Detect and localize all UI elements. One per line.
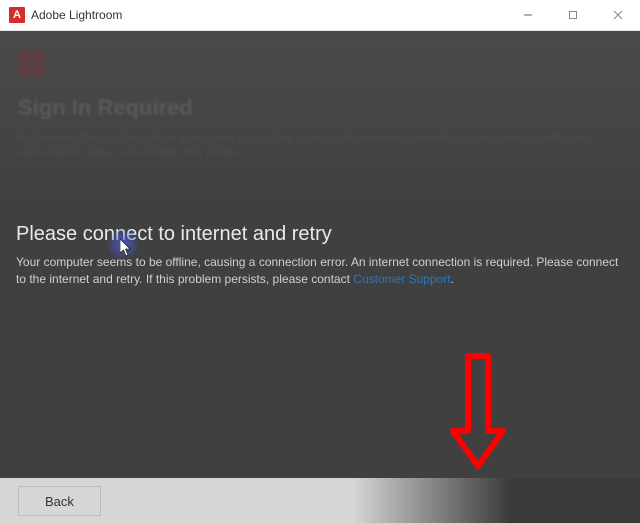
background-dialog-title: Sign In Required [18, 95, 622, 121]
footer-bar: Back [0, 478, 640, 523]
error-body-pre: Your computer seems to be offline, causi… [16, 255, 618, 286]
titlebar: A Adobe Lightroom [0, 0, 640, 31]
error-title: Please connect to internet and retry [16, 223, 624, 246]
minimize-button[interactable] [505, 0, 550, 30]
background-dialog-body: A Creative Cloud subscription is require… [18, 131, 622, 159]
maximize-button[interactable] [550, 0, 595, 30]
window-root: A Adobe Lightroom Sign In Required A Cre… [0, 0, 640, 523]
adobe-logo-icon [18, 49, 46, 77]
minimize-icon [523, 10, 533, 20]
back-button[interactable]: Back [18, 486, 101, 516]
close-icon [613, 10, 623, 20]
error-title-text: Please connect to internet and retry [16, 223, 332, 245]
window-controls [505, 0, 640, 30]
background-dialog: Sign In Required A Creative Cloud subscr… [0, 31, 640, 211]
customer-support-link[interactable]: Customer Support [353, 272, 450, 286]
close-button[interactable] [595, 0, 640, 30]
content-area: Sign In Required A Creative Cloud subscr… [0, 31, 640, 523]
error-body: Your computer seems to be offline, causi… [16, 254, 624, 289]
window-title: Adobe Lightroom [31, 8, 122, 22]
error-dialog: Please connect to internet and retry You… [0, 211, 640, 301]
app-icon: A [9, 7, 25, 23]
error-body-post: . [451, 272, 454, 286]
maximize-icon [568, 10, 578, 20]
